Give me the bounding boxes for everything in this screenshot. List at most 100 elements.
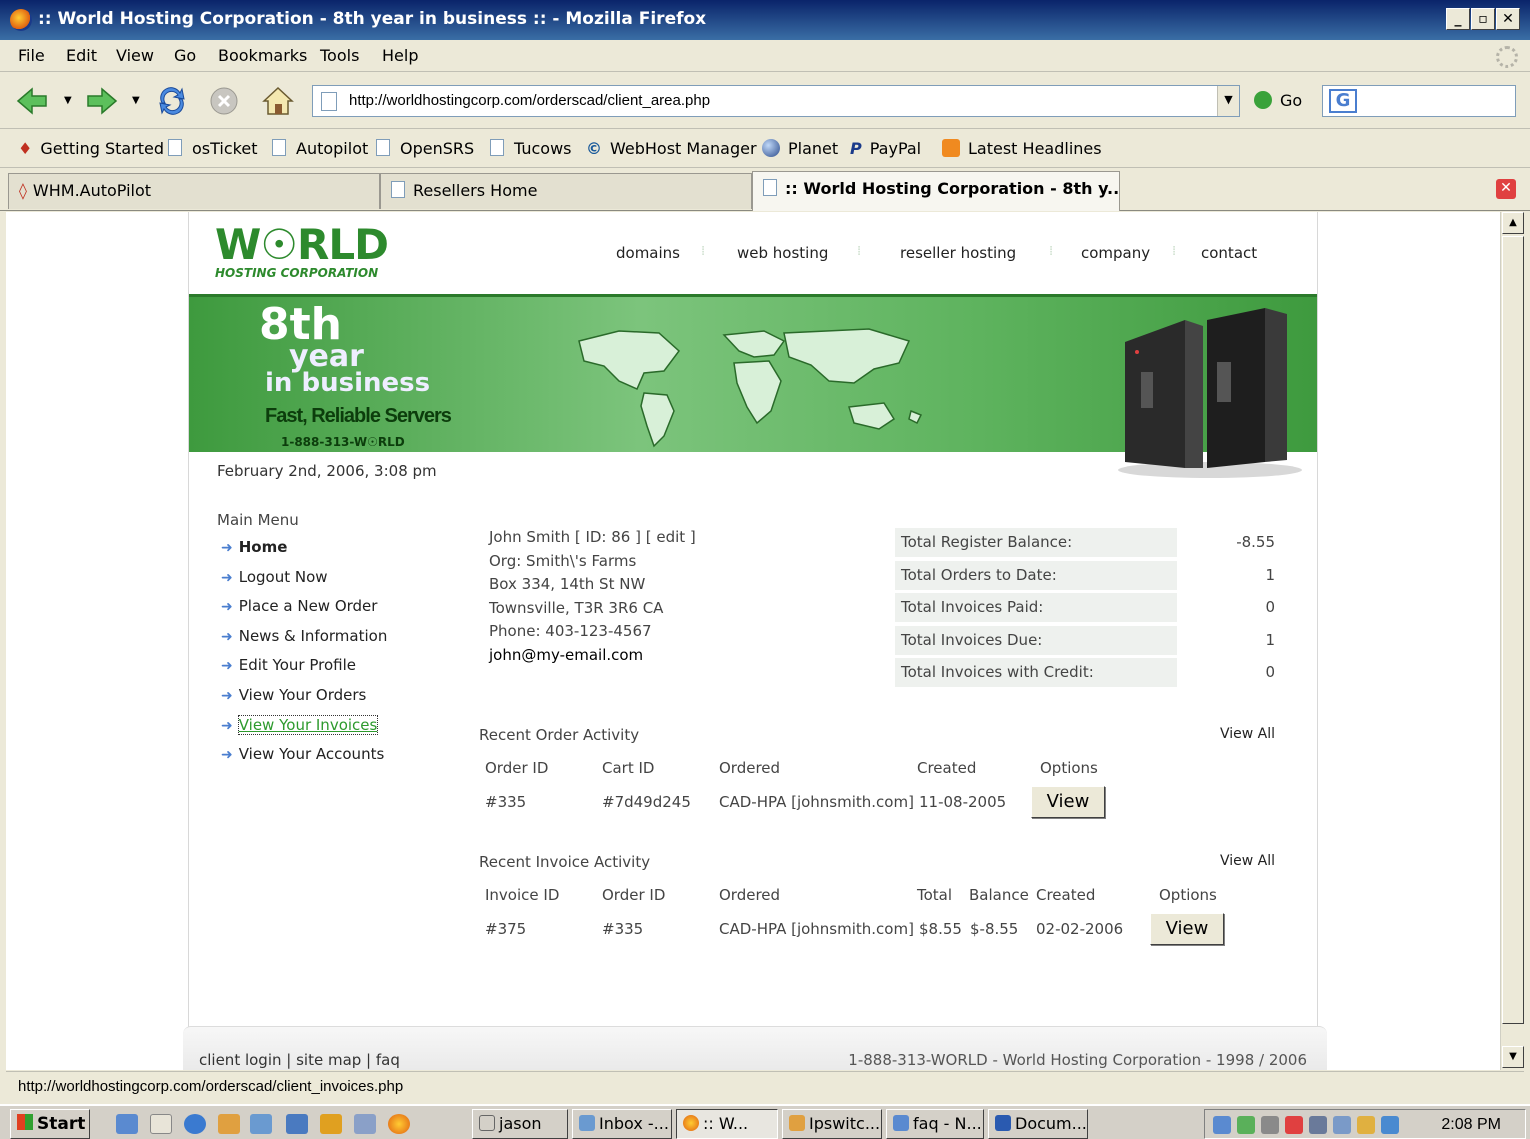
bookmark-paypal[interactable]: P PayPal: [850, 139, 921, 158]
autopilot-icon: ◊: [19, 181, 27, 200]
menu-view[interactable]: View: [116, 46, 154, 65]
orders-view-all-link[interactable]: View All: [1220, 726, 1275, 742]
menu-item-place-order[interactable]: ➜ Place a New Order: [217, 592, 387, 622]
tray-display-icon[interactable]: [1357, 1116, 1375, 1134]
profile-email[interactable]: john@my-email.com: [489, 644, 696, 668]
tab-whm-autopilot[interactable]: ◊ WHM.AutoPilot: [8, 173, 380, 209]
menu-edit[interactable]: Edit: [66, 46, 97, 65]
menu-tools[interactable]: Tools: [320, 46, 359, 65]
menu-item-label: View Your Accounts: [238, 745, 385, 764]
nav-reseller-hosting[interactable]: reseller hosting: [900, 244, 1016, 262]
bookmark-autopilot[interactable]: Autopilot: [272, 139, 368, 158]
tray-app-icon[interactable]: [1237, 1116, 1255, 1134]
page-icon: [376, 139, 390, 156]
clock[interactable]: 2:08 PM: [1441, 1116, 1501, 1134]
tray-monitor-icon[interactable]: [1309, 1116, 1327, 1134]
tab-world-hosting[interactable]: :: World Hosting Corporation - 8th y...: [752, 171, 1120, 211]
forward-icon[interactable]: [84, 83, 120, 119]
task-inbox[interactable]: Inbox -...: [572, 1109, 672, 1139]
stop-icon[interactable]: [206, 83, 242, 119]
nav-web-hosting[interactable]: web hosting: [737, 244, 828, 262]
bookmark-latest-headlines[interactable]: Latest Headlines: [942, 138, 1102, 159]
close-tab-icon[interactable]: ✕: [1496, 179, 1516, 199]
close-button[interactable]: ✕: [1496, 8, 1520, 30]
bookmark-planet[interactable]: Planet: [762, 138, 838, 159]
quicklaunch-app-icon[interactable]: [218, 1114, 240, 1134]
url-bar[interactable]: http://worldhostingcorp.com/orderscad/cl…: [312, 85, 1240, 117]
menu-item-edit-profile[interactable]: ➜ Edit Your Profile: [217, 651, 387, 681]
task-faq[interactable]: faq - N...: [886, 1109, 984, 1139]
server-image-icon: [1118, 308, 1302, 478]
editor-icon: [893, 1114, 909, 1131]
quicklaunch-ie-icon[interactable]: [184, 1114, 206, 1134]
menu-item-news[interactable]: ➜ News & Information: [217, 622, 387, 652]
order-id-cell: #335: [485, 793, 527, 811]
go-button[interactable]: Go: [1254, 90, 1302, 111]
forward-dropdown-icon[interactable]: ▼: [132, 95, 140, 106]
task-ipswitch[interactable]: Ipswitc...: [782, 1109, 882, 1139]
scroll-thumb[interactable]: [1502, 236, 1524, 1024]
menu-go[interactable]: Go: [174, 46, 196, 65]
quicklaunch-search-icon[interactable]: [250, 1114, 272, 1134]
start-button[interactable]: Start: [10, 1109, 90, 1139]
total-label: Total Orders to Date:: [895, 560, 1177, 590]
task-document[interactable]: Docum...: [988, 1109, 1088, 1139]
vertical-scrollbar[interactable]: ▲ ▼: [1500, 212, 1524, 1070]
profile-address-1: Box 334, 14th St NW: [489, 575, 646, 593]
bookmark-getting-started[interactable]: ♦ Getting Started: [18, 139, 164, 158]
menu-help[interactable]: Help: [382, 46, 418, 65]
quicklaunch-show-desktop-icon[interactable]: [116, 1114, 138, 1134]
nav-domains[interactable]: domains: [616, 244, 680, 262]
nav-contact[interactable]: contact: [1201, 244, 1257, 262]
scroll-down-icon[interactable]: ▼: [1502, 1046, 1524, 1068]
url-dropdown-icon[interactable]: ▼: [1217, 86, 1239, 116]
reload-icon[interactable]: [154, 83, 190, 119]
quicklaunch-tool-icon[interactable]: [354, 1114, 376, 1134]
bookmark-opensrs[interactable]: OpenSRS: [376, 139, 474, 158]
invoices-view-all-link[interactable]: View All: [1220, 853, 1275, 869]
back-icon[interactable]: [14, 83, 50, 119]
tab-resellers-home[interactable]: Resellers Home: [380, 173, 752, 209]
tray-acrobat-icon[interactable]: [1285, 1116, 1303, 1134]
tray-sync-icon[interactable]: [1333, 1116, 1351, 1134]
quicklaunch-network-icon[interactable]: [286, 1114, 308, 1134]
minimize-button[interactable]: _: [1446, 8, 1470, 30]
footer-links[interactable]: client login | site map | faq: [199, 1051, 400, 1069]
quicklaunch-firefox-icon[interactable]: [388, 1114, 410, 1134]
banner-phone: 1-888-313-W☉RLD: [281, 435, 405, 449]
task-jason[interactable]: jason: [472, 1109, 568, 1139]
bookmark-webhost-manager[interactable]: © WebHost Manager: [586, 139, 757, 158]
bookmark-tucows[interactable]: Tucows: [490, 139, 572, 158]
menu-file[interactable]: File: [18, 46, 45, 65]
menu-item-view-orders[interactable]: ➜ View Your Orders: [217, 681, 387, 711]
nav-company[interactable]: company: [1081, 244, 1150, 262]
quicklaunch-outlook-icon[interactable]: [150, 1114, 172, 1134]
tab-label: :: World Hosting Corporation - 8th y...: [785, 179, 1120, 198]
page-icon: [321, 92, 337, 111]
back-dropdown-icon[interactable]: ▼: [64, 95, 72, 106]
menu-item-logout[interactable]: ➜ Logout Now: [217, 563, 387, 593]
tray-messenger-icon[interactable]: [1381, 1116, 1399, 1134]
profile-name: John Smith [ ID: 86 ] [ edit ]: [489, 528, 696, 546]
invoice-order-id-cell: #335: [602, 920, 644, 938]
url-text[interactable]: http://worldhostingcorp.com/orderscad/cl…: [349, 92, 710, 109]
maximize-button[interactable]: ▫: [1471, 8, 1495, 30]
task-firefox[interactable]: :: W...: [676, 1109, 778, 1139]
tray-volume-icon[interactable]: [1261, 1116, 1279, 1134]
scroll-up-icon[interactable]: ▲: [1502, 212, 1524, 234]
search-box[interactable]: G: [1322, 85, 1516, 117]
menu-item-view-accounts[interactable]: ➜ View Your Accounts: [217, 740, 387, 770]
menu-item-home[interactable]: ➜ Home: [217, 533, 387, 563]
bookmark-osticket[interactable]: osTicket: [168, 139, 257, 158]
site-logo[interactable]: W☉RLD HOSTING CORPORATION: [215, 224, 389, 281]
home-icon[interactable]: [260, 83, 296, 119]
view-order-button[interactable]: View: [1031, 786, 1105, 818]
menu-item-view-invoices[interactable]: ➜ View Your Invoices: [217, 711, 387, 741]
page-footer: client login | site map | faq 1-888-313-…: [183, 1026, 1327, 1070]
tray-network-icon[interactable]: [1213, 1116, 1231, 1134]
google-icon[interactable]: G: [1329, 89, 1357, 113]
menu-bookmarks[interactable]: Bookmarks: [218, 46, 307, 65]
arrow-right-icon: ➜: [221, 569, 233, 586]
view-invoice-button[interactable]: View: [1150, 913, 1224, 945]
quicklaunch-media-icon[interactable]: [320, 1114, 342, 1134]
